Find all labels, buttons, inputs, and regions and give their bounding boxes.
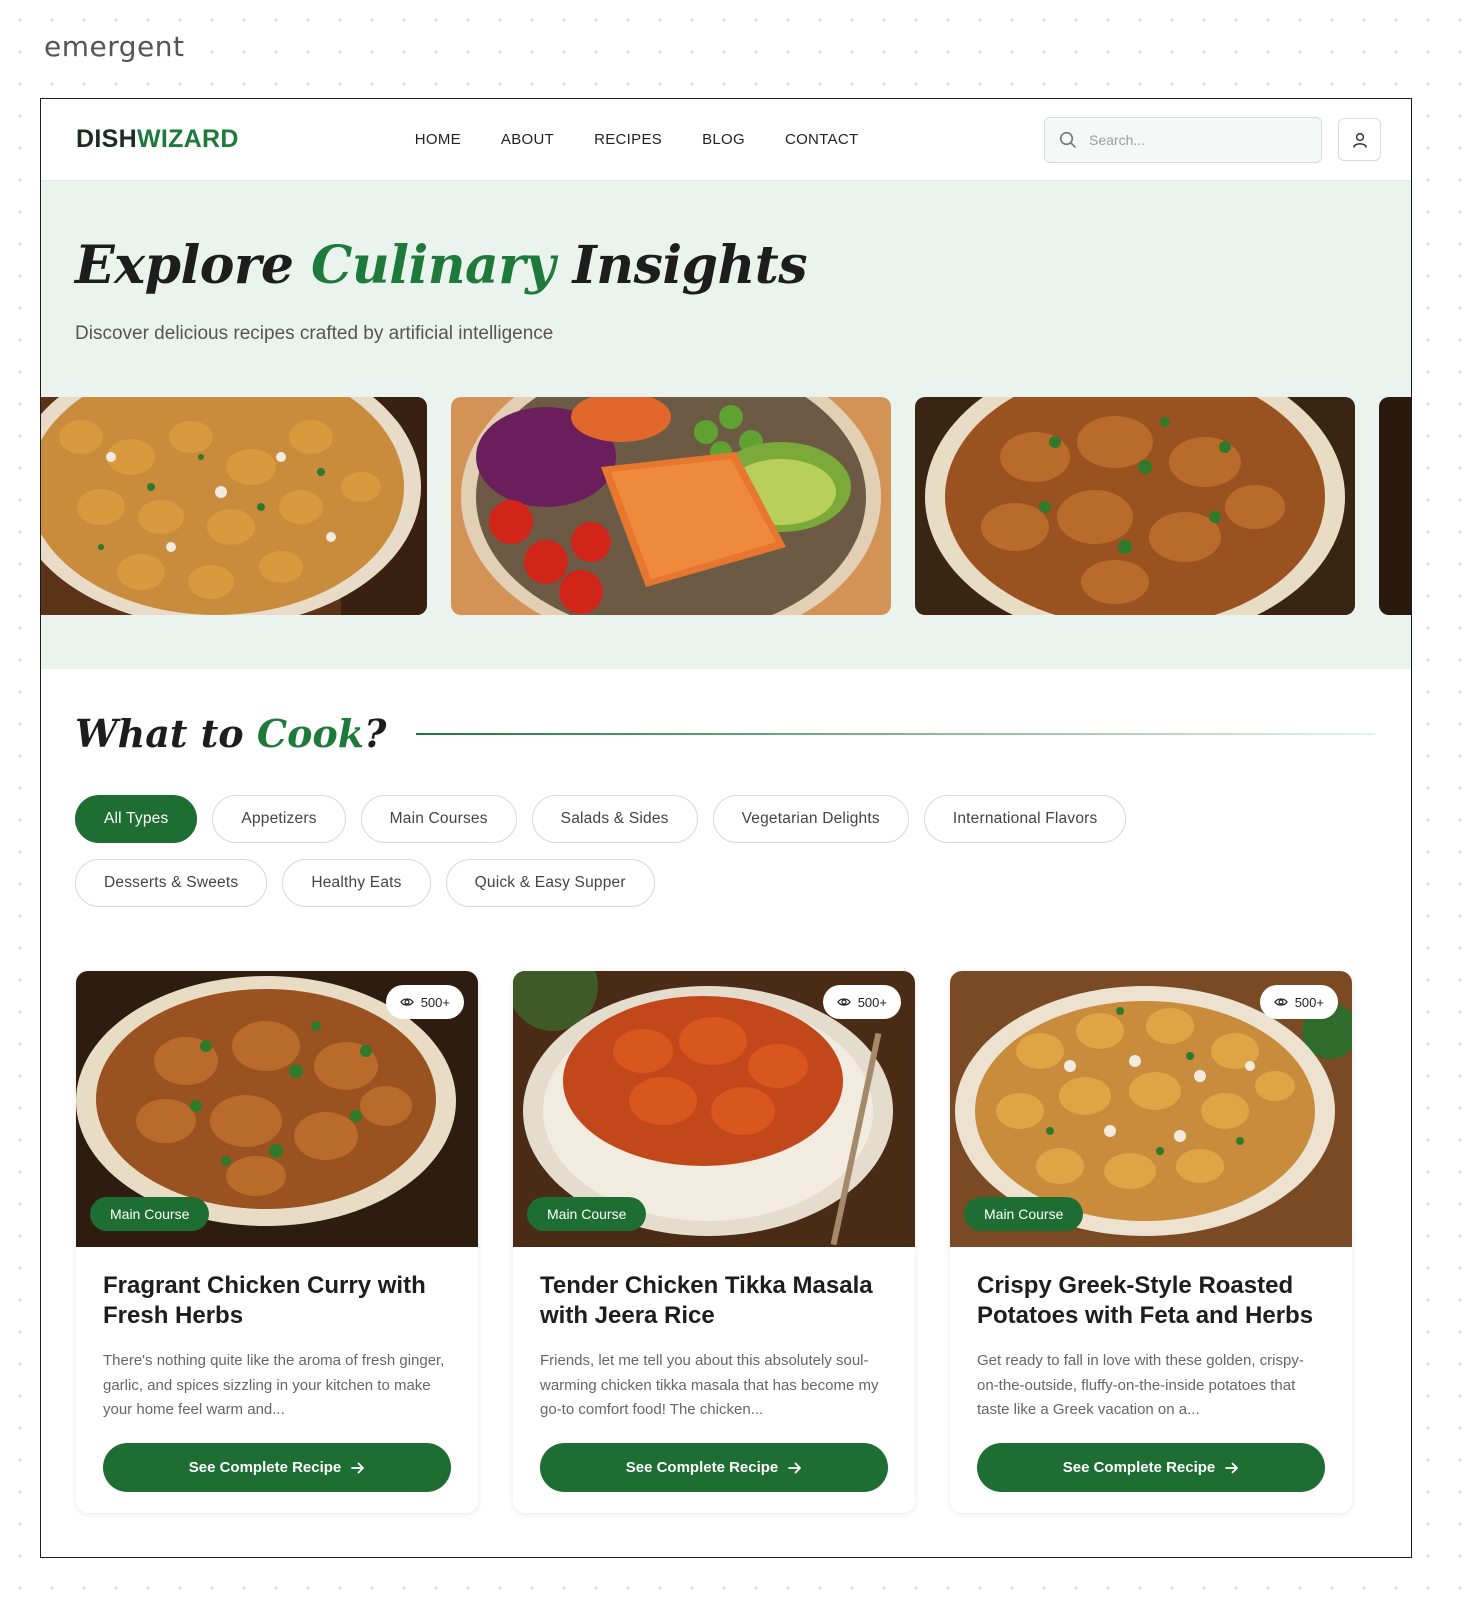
hero-title-part1: Explore [75, 235, 312, 296]
recipe-title[interactable]: Fragrant Chicken Curry with Fresh Herbs [103, 1271, 451, 1331]
see-complete-recipe-button[interactable]: See Complete Recipe [977, 1443, 1325, 1492]
filter-all-types[interactable]: All Types [75, 795, 198, 843]
section-title-part1: What to [75, 711, 257, 756]
filter-international-flavors[interactable]: International Flavors [923, 795, 1127, 843]
hero-subtitle: Discover delicious recipes crafted by ar… [75, 323, 554, 344]
nav-home[interactable]: HOME [415, 131, 461, 148]
section-header: What to Cook? [75, 711, 1375, 756]
button-label: See Complete Recipe [1062, 1459, 1216, 1476]
filter-appetizers[interactable]: Appetizers [212, 795, 346, 843]
button-label: See Complete Recipe [625, 1459, 779, 1476]
view-count: 500+ [857, 994, 887, 1010]
category-tag: Main Course [527, 1197, 647, 1231]
see-complete-recipe-button[interactable]: See Complete Recipe [103, 1443, 451, 1492]
filter-row: Desserts & Sweets Healthy Eats Quick & E… [75, 859, 1185, 907]
recipe-description: There's nothing quite like the aroma of … [103, 1352, 445, 1418]
nav-about[interactable]: ABOUT [501, 131, 554, 148]
recipe-card-image[interactable]: 500+ Main Course [950, 971, 1352, 1247]
carousel-slide[interactable] [41, 397, 427, 615]
category-tag: Main Course [964, 1197, 1084, 1231]
nav-recipes[interactable]: RECIPES [594, 131, 662, 148]
search-icon [1059, 131, 1076, 148]
arrow-right-icon [351, 1462, 365, 1473]
carousel-slide[interactable] [451, 397, 891, 615]
filter-quick-easy-supper[interactable]: Quick & Easy Supper [445, 859, 655, 907]
view-count-badge: 500+ [1259, 985, 1338, 1019]
carousel-slide-partial[interactable] [1379, 397, 1411, 615]
chicken-curry-image [915, 397, 1355, 615]
main-menu: HOME ABOUT RECIPES BLOG CONTACT [415, 131, 859, 148]
recipe-card[interactable]: 500+ Main Course Crispy Greek-Style Roas… [950, 971, 1352, 1513]
carousel-slide[interactable] [915, 397, 1355, 615]
logo-dish: DISH [76, 125, 137, 153]
view-count-badge: 500+ [822, 985, 901, 1019]
eye-icon [399, 998, 414, 1006]
nav-blog[interactable]: BLOG [702, 131, 745, 148]
logo-wizard: WIZARD [136, 125, 239, 153]
filter-healthy-eats[interactable]: Healthy Eats [282, 859, 431, 907]
search-input[interactable] [1089, 131, 1289, 148]
food-carousel [41, 397, 1411, 615]
recipe-title[interactable]: Tender Chicken Tikka Masala with Jeera R… [540, 1271, 888, 1331]
section-title-part3: ? [364, 711, 387, 756]
section-divider [416, 732, 1375, 735]
filter-salads-sides[interactable]: Salads & Sides [531, 795, 698, 843]
recipe-card-grid: 500+ Main Course Fragrant Chicken Curry … [76, 971, 1352, 1513]
recipe-card-body: Fragrant Chicken Curry with Fresh Herbs … [76, 1247, 478, 1492]
hero-section: Explore Culinary Insights Discover delic… [41, 181, 1411, 669]
hero-title-accent: Culinary [311, 235, 555, 296]
browser-frame: DISH WIZARD HOME ABOUT RECIPES BLOG CONTA… [40, 98, 1412, 1558]
emergent-brand-mark: emergent [40, 30, 189, 63]
user-icon [1352, 132, 1367, 148]
hero-title-part3: Insights [554, 235, 808, 296]
section-title: What to Cook? [75, 711, 386, 756]
recipe-card[interactable]: 500+ Main Course Tender Chicken Tikka Ma… [513, 971, 915, 1513]
arrow-right-icon [788, 1462, 802, 1473]
eye-icon [836, 998, 851, 1006]
category-filters: All Types Appetizers Main Courses Salads… [75, 795, 1185, 923]
see-complete-recipe-button[interactable]: See Complete Recipe [540, 1443, 888, 1492]
view-count: 500+ [1294, 994, 1324, 1010]
recipe-card-image[interactable]: 500+ Main Course [76, 971, 478, 1247]
search-box [1044, 116, 1322, 163]
recipe-title[interactable]: Crispy Greek-Style Roasted Potatoes with… [977, 1271, 1325, 1331]
category-tag: Main Course [90, 1197, 210, 1231]
recipe-card-body: Crispy Greek-Style Roasted Potatoes with… [950, 1247, 1352, 1492]
view-count-badge: 500+ [385, 985, 464, 1019]
filter-vegetarian-delights[interactable]: Vegetarian Delights [712, 795, 909, 843]
recipe-card-image[interactable]: 500+ Main Course [513, 971, 915, 1247]
filter-row: All Types Appetizers Main Courses Salads… [75, 795, 1185, 843]
top-navbar: DISH WIZARD HOME ABOUT RECIPES BLOG CONTA… [41, 99, 1411, 181]
salmon-bowl-image [451, 397, 891, 615]
eye-icon [1273, 998, 1288, 1006]
recipe-card[interactable]: 500+ Main Course Fragrant Chicken Curry … [76, 971, 478, 1513]
hero-title: Explore Culinary Insights [75, 235, 808, 296]
arrow-right-icon [1225, 1462, 1239, 1473]
view-count: 500+ [420, 994, 450, 1010]
roasted-potatoes-image [41, 397, 427, 615]
button-label: See Complete Recipe [188, 1459, 342, 1476]
filter-desserts-sweets[interactable]: Desserts & Sweets [75, 859, 268, 907]
recipe-card-body: Tender Chicken Tikka Masala with Jeera R… [513, 1247, 915, 1492]
site-logo[interactable]: DISH WIZARD [76, 125, 239, 154]
user-account-button[interactable] [1338, 118, 1381, 161]
section-title-accent: Cook [256, 711, 365, 756]
nav-contact[interactable]: CONTACT [785, 131, 858, 148]
filter-main-courses[interactable]: Main Courses [360, 795, 517, 843]
recipe-description: Friends, let me tell you about this abso… [540, 1352, 879, 1418]
recipe-description: Get ready to fall in love with these gol… [977, 1352, 1304, 1418]
